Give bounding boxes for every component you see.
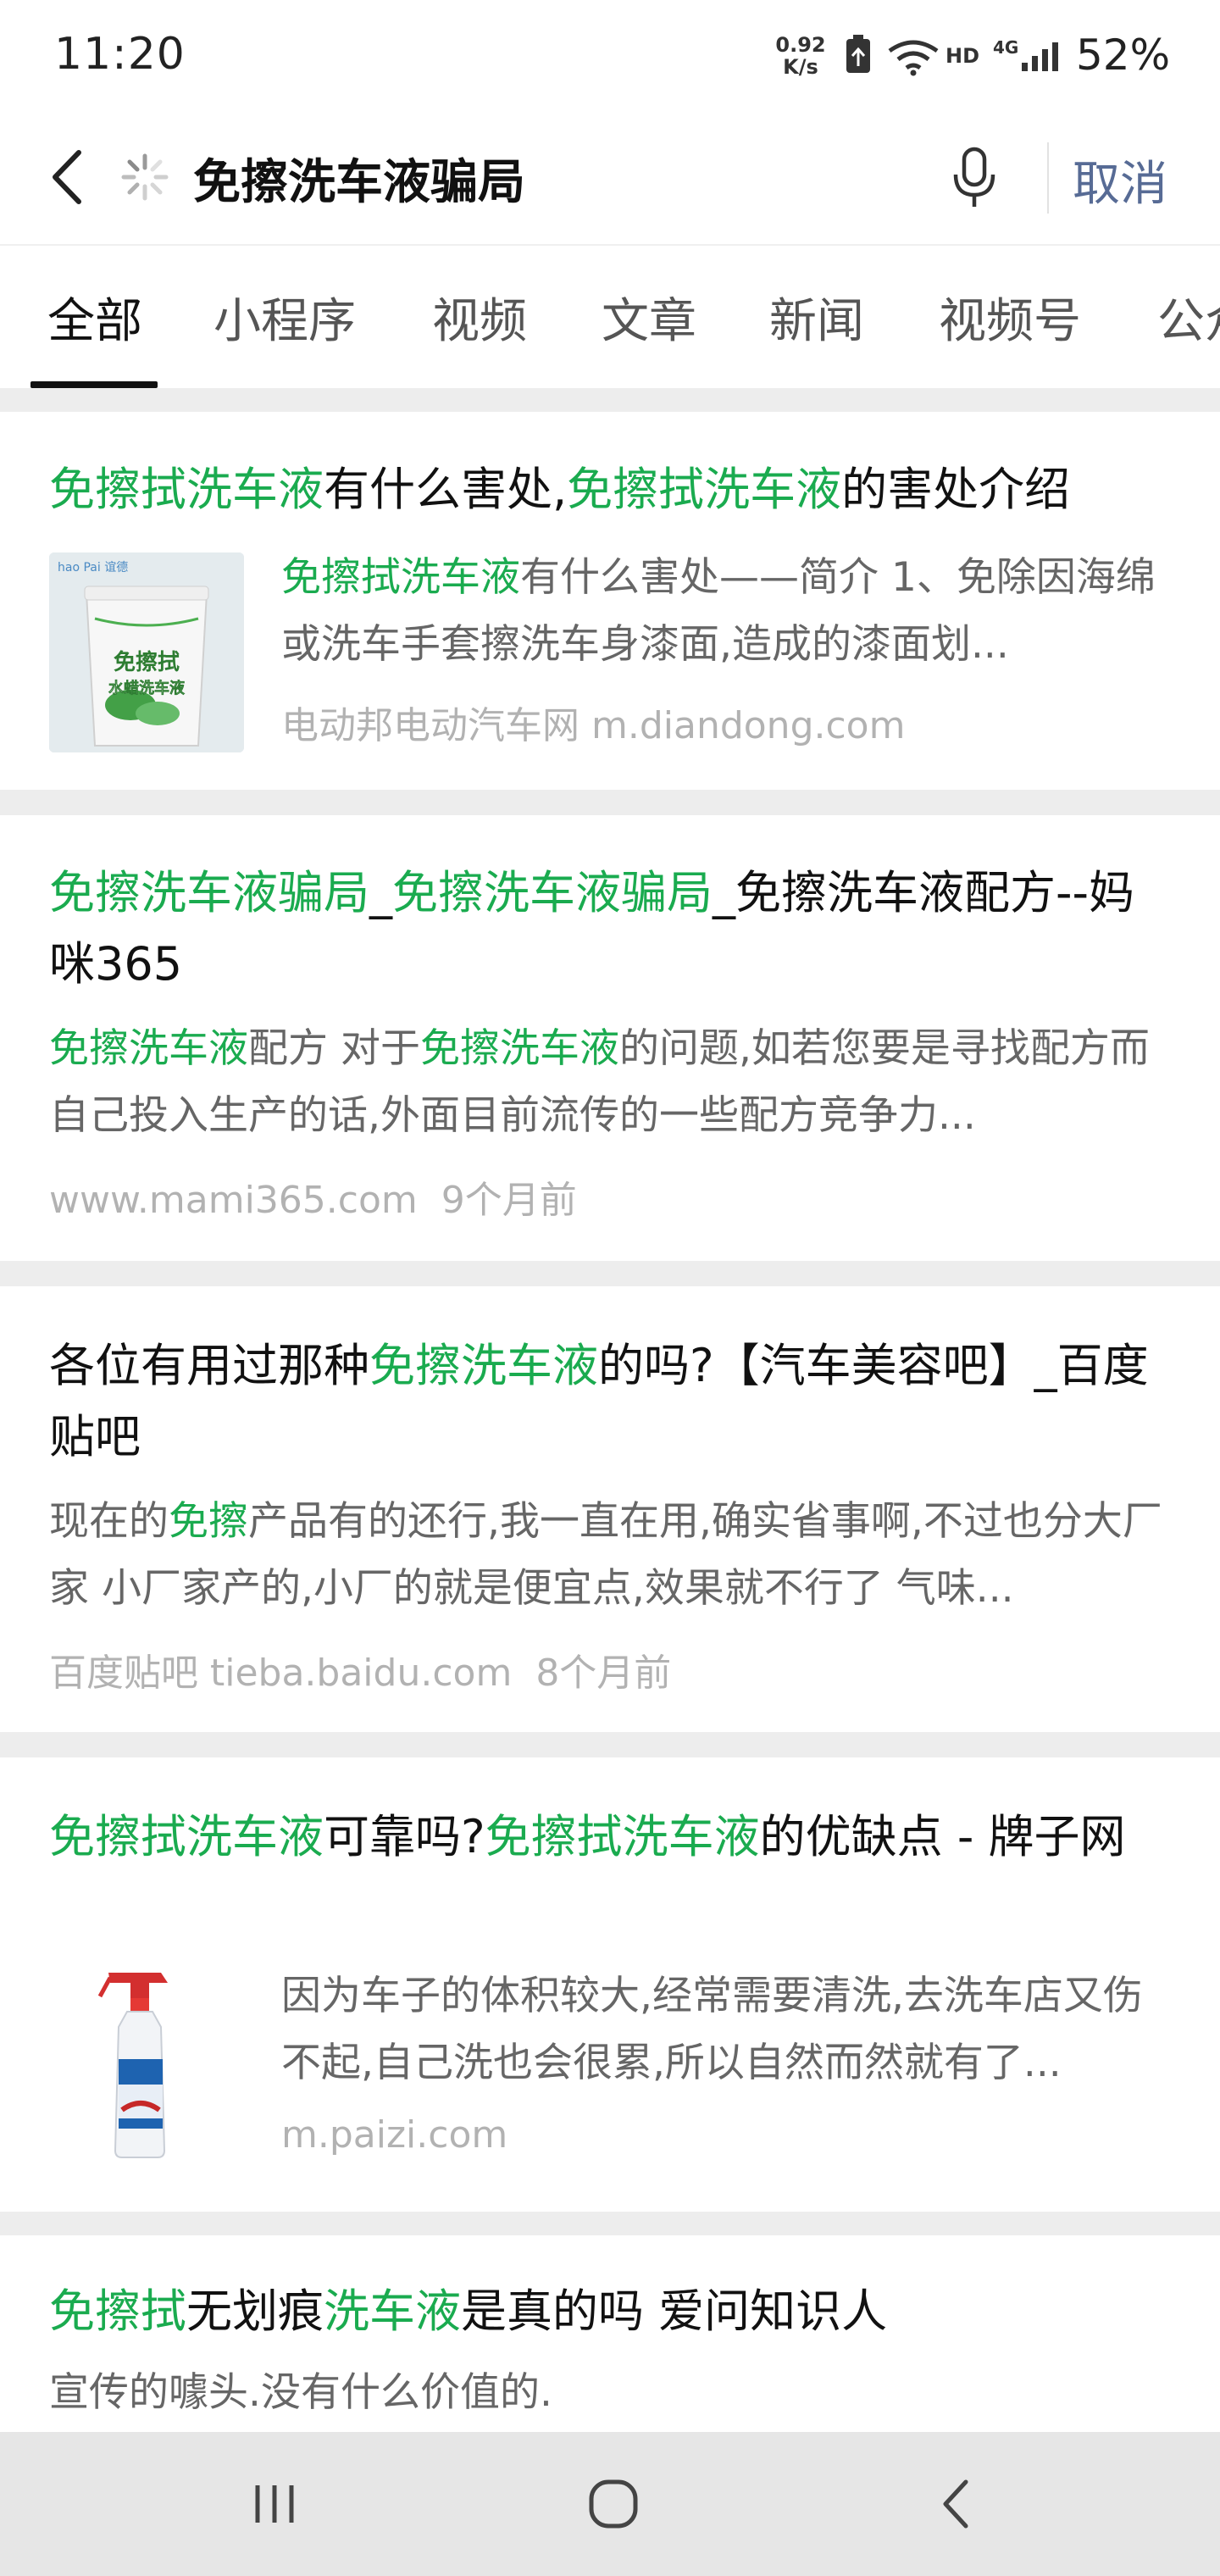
search-result[interactable]: 免擦洗车液骗局_免擦洗车液骗局_免擦洗车液配方--妈咪365 免擦洗车液配方 对… [0, 815, 1220, 1261]
result-snippet: 现在的免擦产品有的还行,我一直在用,确实省事啊,不过也分大厂家 小厂家产的,小厂… [49, 1498, 1162, 1612]
network-speed-value: 0.92 [775, 33, 826, 57]
active-tab-indicator [30, 381, 158, 388]
status-time: 11:20 [54, 29, 186, 80]
battery-saver-icon [844, 34, 873, 80]
result-source: 电动邦电动汽车网 m.diandong.com [281, 704, 906, 747]
signal-icon [1020, 39, 1068, 76]
result-title: 各位有用过那种免擦洗车液的吗?【汽车美容吧】_百度贴吧 [49, 1339, 1149, 1463]
result-time: 9个月前 [441, 1179, 577, 1222]
result-time: 8个月前 [535, 1652, 672, 1695]
recent-apps-icon [255, 2485, 294, 2523]
network-speed: 0.92 K/s [773, 34, 829, 78]
loading-spinner-icon [115, 147, 175, 207]
bucket-label-2: 水蜡洗车液 [108, 679, 186, 697]
result-source: 百度贴吧 tieba.baidu.com 8个月前 [49, 1652, 672, 1695]
search-type-tabs: 全部 小程序 视频 文章 新闻 视频号 公众号 [0, 244, 1220, 388]
recent-apps-button[interactable] [224, 2466, 325, 2542]
search-query[interactable]: 免擦洗车液骗局 [193, 144, 525, 213]
search-result[interactable]: 免擦拭无划痕洗车液是真的吗 爱问知识人 宣传的噱头.没有什么价值的. [0, 2235, 1220, 2432]
result-snippet: 免擦拭洗车液有什么害处——简介 1、免除因海绵或洗车手套擦洗车身漆面,造成的漆面… [281, 554, 1156, 668]
tab-news[interactable]: 新闻 [769, 283, 864, 352]
tab-mini-program[interactable]: 小程序 [214, 283, 356, 352]
nav-back-icon [943, 2479, 968, 2529]
hd-indicator: HD [946, 44, 980, 68]
status-bar: 11:20 0.92 K/s HD 4G 52% [0, 0, 1220, 112]
microphone-icon [953, 147, 995, 207]
voice-search-button[interactable] [940, 137, 1008, 219]
tab-channels[interactable]: 视频号 [939, 283, 1081, 352]
search-header: 免擦洗车液骗局 取消 [0, 112, 1220, 244]
bucket-brand: hao Pai 谊德 [58, 561, 128, 575]
search-result[interactable]: 各位有用过那种免擦洗车液的吗?【汽车美容吧】_百度贴吧 现在的免擦产品有的还行,… [0, 1286, 1220, 1732]
nav-back-button[interactable] [905, 2466, 1006, 2542]
result-title: 免擦拭无划痕洗车液是真的吗 爱问知识人 [49, 2285, 888, 2338]
tab-official-accounts[interactable]: 公众号 [1157, 283, 1220, 352]
result-snippet: 免擦洗车液配方 对于免擦洗车液的问题,如若您要是寻找配方而自己投入生产的话,外面… [49, 1025, 1150, 1139]
home-button[interactable] [563, 2466, 664, 2542]
back-button[interactable] [34, 139, 102, 215]
result-snippet: 宣传的噱头.没有什么价值的. [49, 2369, 552, 2416]
result-source: m.paizi.com [281, 2113, 508, 2157]
result-title: 免擦拭洗车液可靠吗?免擦拭洗车液的优缺点 - 牌子网 [49, 1810, 1126, 1863]
result-thumbnail: hao Pai 谊德 免擦拭 水蜡洗车液 [49, 552, 244, 752]
battery-level: 52% [1076, 31, 1171, 80]
tab-all[interactable]: 全部 [47, 283, 142, 352]
result-title: 免擦洗车液骗局_免擦洗车液骗局_免擦洗车液配方--妈咪365 [49, 866, 1134, 991]
tab-video[interactable]: 视频 [432, 283, 527, 352]
result-snippet: 因为车子的体积较大,经常需要清洗,去洗车店又伤不起,自己洗也会很累,所以自然而然… [281, 1973, 1143, 2086]
result-source: www.mami365.com 9个月前 [49, 1179, 577, 1222]
cancel-button[interactable]: 取消 [1073, 146, 1167, 214]
back-arrow-icon [53, 150, 81, 204]
title-highlight: 免擦拭洗车液 [567, 463, 842, 516]
result-thumbnail [49, 1964, 244, 2164]
network-speed-unit: K/s [783, 55, 818, 79]
tab-article[interactable]: 文章 [602, 283, 696, 352]
network-type: 4G [993, 37, 1019, 58]
header-divider [1047, 142, 1049, 214]
bucket-label-1: 免擦拭 [114, 649, 180, 675]
result-title: 免擦拭洗车液有什么害处,免擦拭洗车液的害处介绍 [49, 463, 1071, 516]
search-result[interactable]: 免擦拭洗车液可靠吗?免擦拭洗车液的优缺点 - 牌子网 因为车子的体积较大,经常需… [0, 1757, 1220, 2212]
wifi-icon [886, 39, 940, 80]
home-icon [589, 2479, 638, 2529]
search-result[interactable]: 免擦拭洗车液有什么害处,免擦拭洗车液的害处介绍 hao Pai 谊德 免擦拭 水… [0, 412, 1220, 790]
title-highlight: 免擦拭洗车液 [49, 463, 324, 516]
system-navigation-bar [0, 2432, 1220, 2576]
